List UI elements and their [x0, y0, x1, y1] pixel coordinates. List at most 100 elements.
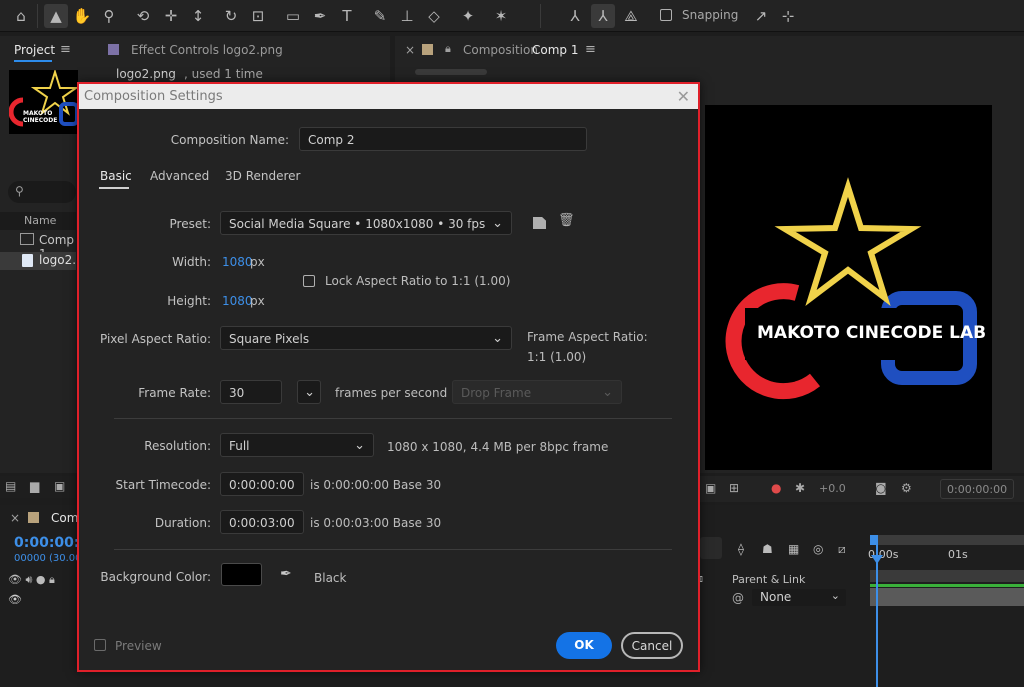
resolution-dropdown[interactable]: Full ⌄	[220, 433, 374, 457]
toolbar-divider	[540, 4, 541, 28]
draft-3d-icon[interactable]: ⟠	[738, 542, 744, 556]
start-timecode-input[interactable]: 0:00:00:00	[220, 472, 304, 496]
world-axis-icon[interactable]: ⅄	[591, 4, 615, 28]
delete-preset-icon[interactable]: 🗑︎	[558, 213, 575, 228]
comp-name[interactable]: Comp 1	[532, 43, 578, 57]
ok-button[interactable]: OK	[556, 632, 612, 659]
project-item-logo[interactable]: logo2.png	[0, 252, 99, 270]
work-area-start-handle[interactable]	[870, 535, 878, 545]
tab-advanced[interactable]: Advanced	[150, 169, 209, 183]
panel-menu-icon[interactable]: ≡	[60, 42, 71, 57]
asset-name: logo2.png	[116, 67, 176, 81]
motion-blur-icon[interactable]: ◎	[813, 542, 823, 556]
layer-visibility-icon[interactable]: 👁︎	[8, 593, 22, 606]
zoom-tool-icon[interactable]: ⚲	[97, 4, 121, 28]
frame-rate-input[interactable]: 30	[220, 380, 282, 404]
pixel-aspect-dropdown[interactable]: Square Pixels ⌄	[220, 326, 512, 350]
local-axis-icon[interactable]: ⅄	[563, 4, 587, 28]
lock-icon[interactable]: 🔒︎	[445, 42, 451, 56]
exposure-value[interactable]: +0.0	[819, 482, 846, 495]
eyedropper-icon[interactable]: ✒	[280, 566, 292, 582]
drop-frame-dropdown[interactable]: Drop Frame ⌄	[452, 380, 622, 404]
puppet-tool-icon[interactable]: ✶	[489, 4, 513, 28]
viewer-timecode[interactable]: 0:00:00:00	[940, 479, 1014, 499]
lock-aspect-checkbox[interactable]	[303, 275, 315, 287]
tab-3d-renderer[interactable]: 3D Renderer	[225, 169, 300, 183]
snapshot-icon[interactable]: ◙	[875, 481, 887, 495]
av-switches-icon[interactable]: 👁︎ 🔊︎ ● 🔒︎	[8, 573, 55, 587]
close-tab-icon[interactable]: ×	[405, 43, 415, 57]
home-icon[interactable]: ⌂	[9, 4, 33, 28]
parent-value: None	[760, 590, 792, 604]
exposure-reset-icon[interactable]: ✱	[795, 481, 805, 495]
frame-blending-icon[interactable]: ▦	[788, 542, 799, 556]
search-input[interactable]: ⚲	[8, 181, 76, 203]
frame-rate-dropdown[interactable]: ⌄	[297, 380, 321, 404]
pan-camera-icon[interactable]: ✛	[159, 4, 183, 28]
layer-duration-bar[interactable]	[870, 584, 1024, 587]
image-file-icon	[22, 254, 33, 267]
graph-editor-icon[interactable]: ⧄	[838, 542, 846, 557]
selection-tool-icon[interactable]: ▲	[44, 4, 68, 28]
chevron-down-icon: ⌄	[304, 385, 315, 400]
toggle-mask-icon[interactable]: ▣	[705, 481, 716, 495]
clone-stamp-tool-icon[interactable]: ⊥	[395, 4, 419, 28]
tab-project[interactable]: Project	[14, 43, 55, 57]
dialog-title-bar: Composition Settings	[79, 84, 698, 109]
pen-tool-icon[interactable]: ✒	[308, 4, 332, 28]
tab-effect-controls[interactable]: Effect Controls logo2.png	[131, 43, 283, 57]
hand-tool-icon[interactable]: ✋	[70, 4, 94, 28]
view-axis-icon[interactable]: ⟁	[619, 4, 643, 28]
chevron-down-icon: ⌄	[354, 438, 365, 453]
column-name[interactable]: Name	[24, 214, 56, 227]
rotate-camera-icon[interactable]: ⟲	[131, 4, 155, 28]
anchor-point-tool-icon[interactable]: ⊡	[246, 4, 270, 28]
tab-composition[interactable]: Composition	[463, 43, 538, 57]
close-tab-icon[interactable]: ×	[10, 511, 20, 525]
snap-edges-icon[interactable]: ↗	[749, 4, 773, 28]
snapping-checkbox[interactable]	[660, 9, 672, 21]
logo-thumbnail-icon	[8, 68, 80, 127]
playhead-handle-icon[interactable]	[871, 555, 883, 564]
new-folder-icon[interactable]: ▆	[30, 479, 39, 493]
comp-color-icon	[28, 512, 39, 523]
eraser-tool-icon[interactable]: ◇	[422, 4, 446, 28]
comp-breadcrumb[interactable]	[415, 69, 487, 75]
save-preset-icon[interactable]	[533, 217, 546, 229]
roto-brush-tool-icon[interactable]: ✦	[456, 4, 480, 28]
background-color-swatch[interactable]	[221, 563, 262, 586]
region-of-interest-icon[interactable]: ⊞	[729, 481, 739, 495]
rotation-tool-icon[interactable]: ↻	[219, 4, 243, 28]
interpret-footage-icon[interactable]: ▤	[5, 479, 16, 493]
type-tool-icon[interactable]: T	[335, 4, 359, 28]
width-value[interactable]: 1080	[222, 255, 253, 269]
panel-menu-icon[interactable]: ≡	[585, 42, 596, 57]
work-area-bar[interactable]	[870, 535, 1024, 545]
search-icon: ⚲	[15, 184, 24, 198]
frame-rate-unit: frames per second	[335, 386, 448, 400]
layer-bar[interactable]	[870, 588, 1024, 606]
height-value[interactable]: 1080	[222, 294, 253, 308]
channel-icon[interactable]: ●	[771, 481, 781, 495]
playhead[interactable]	[876, 545, 878, 687]
rectangle-tool-icon[interactable]: ▭	[281, 4, 305, 28]
cancel-button[interactable]: Cancel	[621, 632, 683, 659]
show-snapshot-icon[interactable]: ⚙	[901, 481, 912, 495]
new-composition-icon[interactable]: ▣	[54, 479, 65, 493]
preset-dropdown[interactable]: Social Media Square • 1080x1080 • 30 fps…	[220, 211, 512, 235]
comp-name-input[interactable]: Comp 2	[299, 127, 587, 151]
parent-dropdown[interactable]: None ⌄	[752, 589, 846, 606]
duration-input[interactable]: 0:00:03:00	[220, 510, 304, 534]
pick-whip-icon[interactable]: @	[732, 591, 744, 605]
preview-checkbox[interactable]	[94, 639, 106, 651]
snap-grid-icon[interactable]: ⊹	[776, 4, 800, 28]
shy-layers-icon[interactable]: ☗	[762, 542, 773, 556]
dolly-camera-icon[interactable]: ↕	[186, 4, 210, 28]
current-timecode[interactable]: 0:00:00:	[14, 535, 80, 551]
search-layers-input[interactable]	[700, 537, 722, 559]
brush-tool-icon[interactable]: ✎	[368, 4, 392, 28]
close-icon[interactable]: ✕	[677, 87, 690, 106]
tab-basic[interactable]: Basic	[100, 169, 132, 183]
composition-viewer[interactable]: MAKOTO CINECODE LAB	[705, 105, 992, 470]
project-item-comp[interactable]: Comp 1	[0, 232, 76, 261]
